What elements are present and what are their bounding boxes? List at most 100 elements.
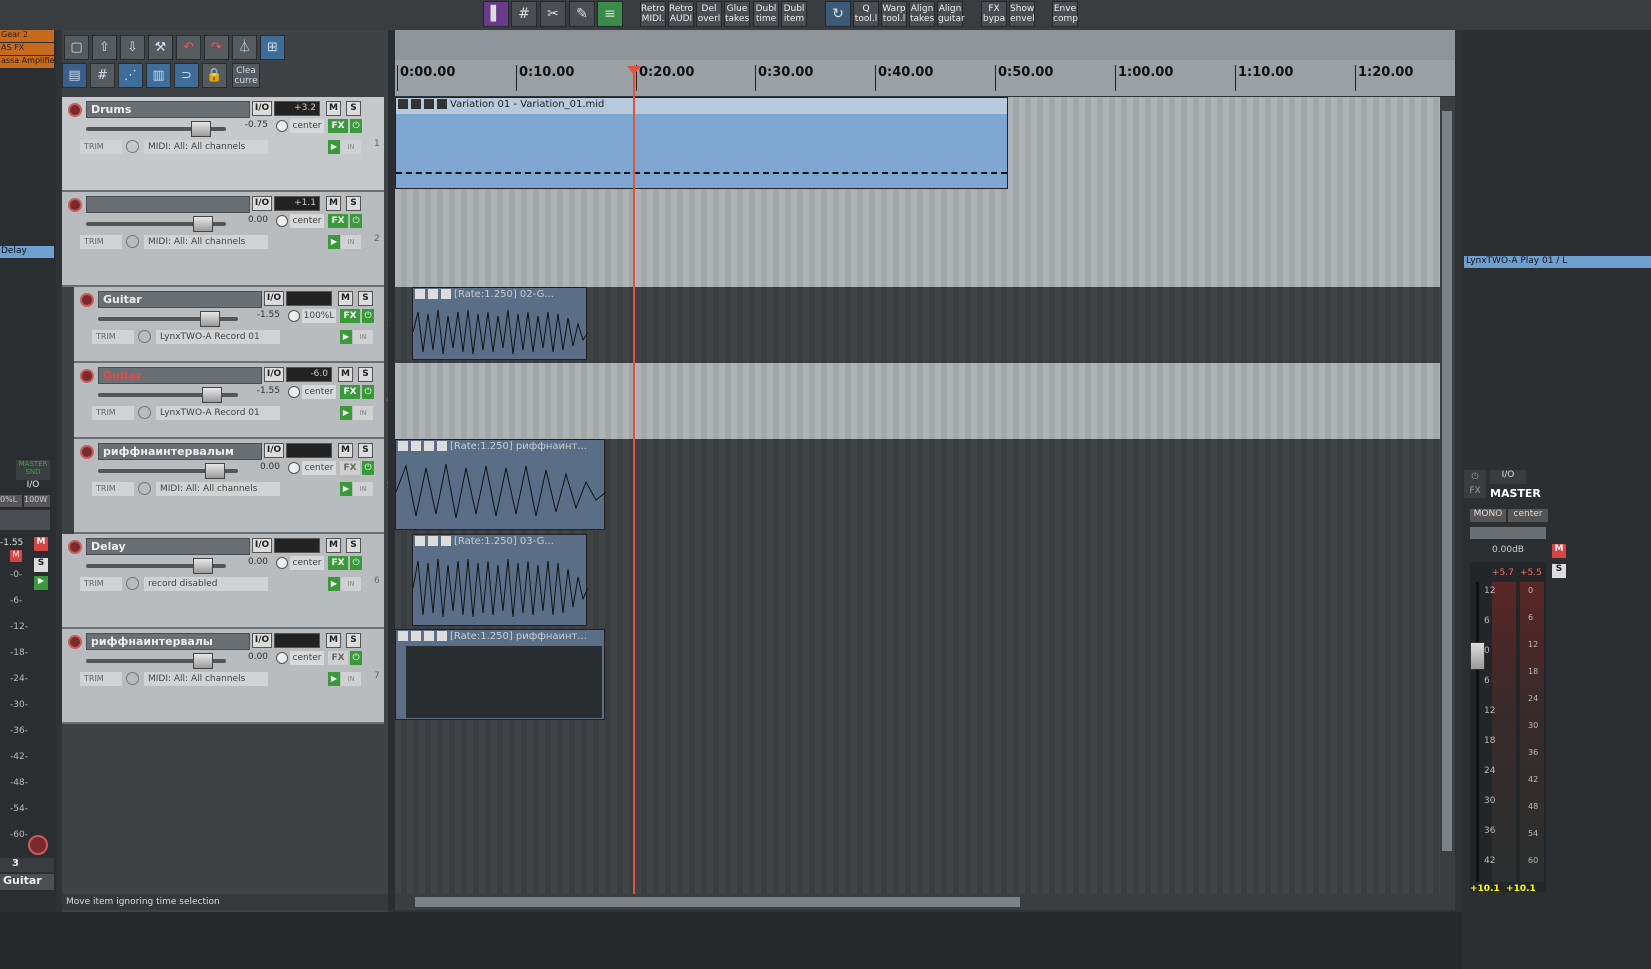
track-4[interactable]: Guitar I/O -6.0 M S -1.55 center FX ⏻ TR… xyxy=(74,363,392,439)
fader-knob[interactable] xyxy=(205,463,225,479)
save-project-icon[interactable]: ⇩ xyxy=(120,35,145,60)
volume-fader[interactable] xyxy=(86,216,226,232)
keyboard-icon[interactable]: ▥ xyxy=(146,63,171,88)
toolbar-button[interactable]: Dubl time xyxy=(753,1,779,27)
fx-button[interactable]: FX xyxy=(340,309,360,323)
pencil-icon[interactable]: ✎ xyxy=(569,1,595,27)
solo-button[interactable]: S xyxy=(346,101,361,116)
track-name[interactable]: Delay xyxy=(86,538,250,555)
pan-knob[interactable] xyxy=(288,386,300,398)
track-3[interactable]: Guitar I/O M S -1.55 100%L FX ⏻ TRIM Lyn… xyxy=(74,287,392,363)
midi-item[interactable]: Variation 01 - Variation_01.mid xyxy=(395,97,1008,189)
audio-item[interactable]: [Rate:1.250] 03-G... xyxy=(412,534,588,626)
audio-item[interactable]: [Rate:1.250] риффнаинт... xyxy=(395,439,606,530)
fx-button[interactable]: FX xyxy=(340,385,360,399)
toolbar-button[interactable]: Enve comp xyxy=(1052,1,1078,27)
master-solo-button[interactable]: S xyxy=(1552,564,1566,578)
io-button[interactable]: I/O xyxy=(252,538,272,553)
mixer-icon[interactable]: ▤ xyxy=(62,63,87,88)
toolbar-button[interactable]: Align takes xyxy=(909,1,935,27)
settings-icon[interactable]: ⚒ xyxy=(148,35,173,60)
open-project-icon[interactable]: ⇧ xyxy=(92,35,117,60)
track-1[interactable]: Drums I/O +3.2 M S -0.75 center FX ⏻ TRI… xyxy=(62,97,384,192)
new-project-icon[interactable]: ▢ xyxy=(64,35,89,60)
power-icon[interactable]: ⏻ xyxy=(350,556,362,570)
input-select[interactable]: LynxTWO-A Record 01 xyxy=(156,406,280,420)
loop-icon[interactable]: ↻ xyxy=(825,1,851,27)
fx-button[interactable]: FX xyxy=(328,214,348,228)
pan-knob[interactable] xyxy=(276,652,288,664)
io-button[interactable]: I/O xyxy=(264,443,284,458)
mute-button[interactable]: M xyxy=(338,443,353,458)
record-arm-icon[interactable] xyxy=(80,445,94,459)
solo-button[interactable]: S xyxy=(346,633,361,648)
trim-button[interactable]: TRIM xyxy=(92,406,134,420)
clear-button[interactable]: Clea curre xyxy=(232,63,260,88)
loop-points-icon[interactable]: ⊃ xyxy=(174,63,199,88)
master-mute-button[interactable]: M xyxy=(1552,544,1566,558)
playhead-marker-icon[interactable] xyxy=(627,66,641,75)
input-select[interactable]: MIDI: All: All channels xyxy=(144,235,268,249)
monitor-icon[interactable]: ▶ xyxy=(328,672,340,686)
fader-knob[interactable] xyxy=(193,653,213,669)
lock-icon[interactable]: 🔒 xyxy=(202,63,227,88)
metronome-icon[interactable]: ⏃ xyxy=(232,35,257,60)
power-icon[interactable]: ⏻ xyxy=(362,385,374,399)
volume-fader[interactable] xyxy=(86,653,226,669)
trim-button[interactable]: TRIM xyxy=(80,672,122,686)
phase-icon[interactable] xyxy=(138,482,151,495)
trim-button[interactable]: TRIM xyxy=(80,140,122,154)
input-button[interactable]: IN xyxy=(353,482,373,496)
toolbar-button[interactable]: Del overl xyxy=(696,1,722,27)
mono-button[interactable]: MONO xyxy=(1470,509,1506,522)
track-5[interactable]: риффнаинтервалым I/O M S 0.00 center FX … xyxy=(74,439,392,534)
mute-button[interactable]: M xyxy=(338,291,353,306)
monitor-icon[interactable]: ▶ xyxy=(328,140,340,154)
phase-icon[interactable] xyxy=(138,406,151,419)
master-send[interactable]: MASTER SND xyxy=(16,460,50,480)
fx-button[interactable]: FX xyxy=(328,119,348,133)
input-select[interactable]: MIDI: All: All channels xyxy=(144,140,268,154)
phase-icon[interactable] xyxy=(126,577,139,590)
power-icon[interactable]: ⏻ xyxy=(350,119,362,133)
scroll-thumb[interactable] xyxy=(415,897,1020,907)
master-input[interactable]: LynxTWO-A Play 01 / L xyxy=(1464,256,1651,268)
record-arm-icon[interactable] xyxy=(80,369,94,383)
auto-crossfade-icon[interactable]: ⋰ xyxy=(118,63,143,88)
snap-icon[interactable]: ⊞ xyxy=(260,35,285,60)
ripple-icon[interactable]: ✂ xyxy=(540,1,566,27)
volume-fader[interactable] xyxy=(86,558,226,574)
input-button[interactable]: IN xyxy=(353,406,373,420)
audio-item[interactable]: [Rate:1.250] 02-G... xyxy=(412,287,588,360)
pan-knob[interactable] xyxy=(288,310,300,322)
master-fx-button[interactable]: ⏻ FX xyxy=(1464,470,1486,498)
pan-knob[interactable] xyxy=(276,120,288,132)
io-button[interactable]: I/O xyxy=(252,101,272,116)
power-icon[interactable]: ⏻ xyxy=(350,214,362,228)
playhead[interactable] xyxy=(633,66,635,894)
input-select[interactable]: LynxTWO-A Record 01 xyxy=(156,330,280,344)
splitter[interactable] xyxy=(388,30,395,910)
phase-icon[interactable] xyxy=(126,140,139,153)
monitor-icon[interactable]: ▶ xyxy=(340,330,352,344)
trim-button[interactable]: TRIM xyxy=(92,482,134,496)
io-button[interactable]: I/O xyxy=(252,633,272,648)
master-fader[interactable] xyxy=(1470,642,1485,670)
input-select[interactable]: record disabled xyxy=(144,577,268,591)
grid-lines-icon[interactable]: # xyxy=(90,63,115,88)
pan-knob[interactable] xyxy=(276,557,288,569)
input-button[interactable]: IN xyxy=(341,577,361,591)
pan-knob[interactable] xyxy=(276,215,288,227)
list-icon[interactable]: ≡ xyxy=(597,1,623,27)
fader-knob[interactable] xyxy=(202,387,222,403)
track-name[interactable]: риффнаинтервалым xyxy=(98,443,262,460)
power-icon[interactable]: ⏻ xyxy=(362,461,374,475)
grid-icon[interactable]: # xyxy=(511,1,537,27)
solo-button[interactable]: S xyxy=(346,538,361,553)
vertical-scrollbar[interactable] xyxy=(1440,97,1455,894)
trim-button[interactable]: TRIM xyxy=(80,235,122,249)
redo-icon[interactable]: ↷ xyxy=(204,35,229,60)
fx-slot[interactable]: assa Amplifie xyxy=(0,56,54,68)
toolbar-button[interactable]: Glue takes xyxy=(724,1,750,27)
volume-fader[interactable] xyxy=(98,387,238,403)
